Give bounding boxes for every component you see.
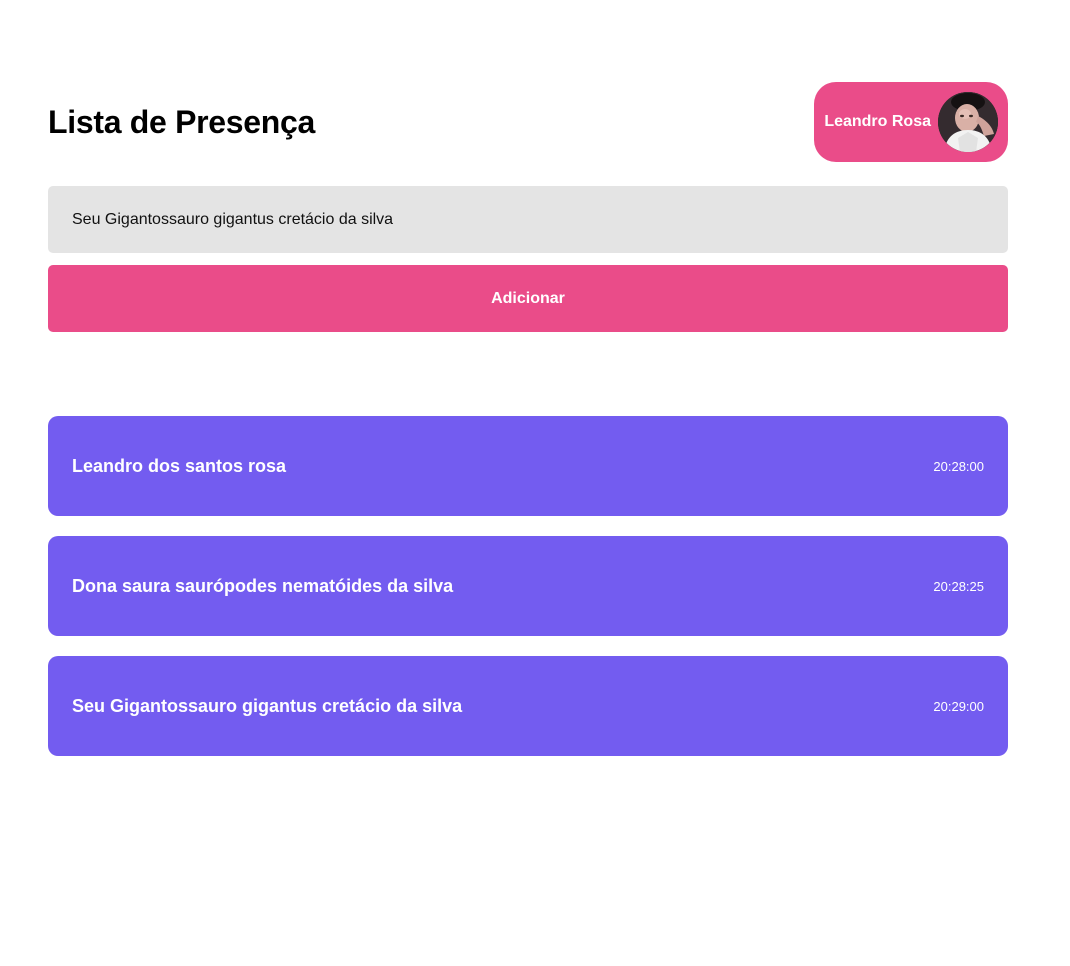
student-card: Dona saura saurópodes nematóides da silv…	[48, 536, 1008, 636]
user-name: Leandro Rosa	[824, 113, 931, 130]
avatar	[938, 92, 998, 152]
attendance-list: Leandro dos santos rosa 20:28:00 Dona sa…	[48, 416, 1008, 756]
page-title: Lista de Presença	[48, 103, 316, 140]
student-name-input[interactable]	[48, 186, 1008, 253]
student-time: 20:28:25	[933, 578, 984, 594]
student-time: 20:28:00	[933, 458, 984, 474]
user-avatar-photo-icon	[938, 92, 998, 152]
page-header: Lista de Presença Leandro Rosa	[48, 82, 1008, 162]
student-card: Leandro dos santos rosa 20:28:00	[48, 416, 1008, 516]
app-container: Lista de Presença Leandro Rosa A	[48, 82, 1008, 776]
add-button[interactable]: Adicionar	[48, 265, 1008, 332]
student-time: 20:29:00	[933, 698, 984, 714]
student-name: Dona saura saurópodes nematóides da silv…	[72, 575, 454, 596]
student-name: Seu Gigantossauro gigantus cretácio da s…	[72, 695, 463, 716]
student-card: Seu Gigantossauro gigantus cretácio da s…	[48, 656, 1008, 756]
student-name: Leandro dos santos rosa	[72, 455, 287, 476]
user-profile-chip[interactable]: Leandro Rosa	[814, 82, 1008, 162]
